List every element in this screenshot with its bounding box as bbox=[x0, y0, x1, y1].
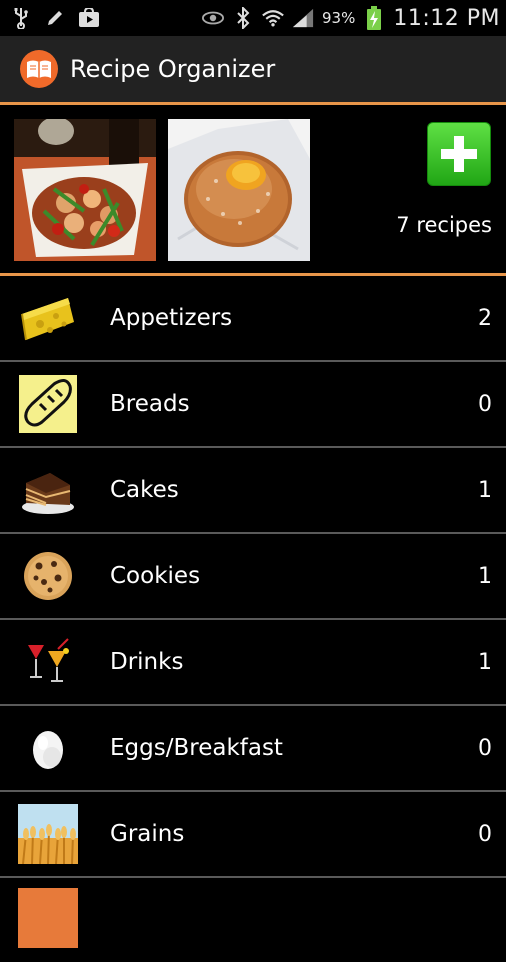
category-count: 2 bbox=[478, 305, 492, 331]
category-label: Drinks bbox=[110, 649, 184, 675]
book-icon[interactable] bbox=[20, 50, 58, 88]
wifi-icon bbox=[262, 7, 284, 29]
category-icon-partial bbox=[18, 888, 78, 948]
category-row-appetizers[interactable]: Appetizers 2 bbox=[0, 276, 506, 362]
category-row-cakes[interactable]: Cakes 1 bbox=[0, 448, 506, 534]
cake-icon bbox=[18, 460, 78, 520]
plus-icon bbox=[441, 136, 477, 172]
clock: 11:12 PM bbox=[393, 5, 500, 31]
category-row-cookies[interactable]: Cookies 1 bbox=[0, 534, 506, 620]
category-label: Appetizers bbox=[110, 305, 233, 331]
category-row-breads[interactable]: Breads 0 bbox=[0, 362, 506, 448]
doughnut-photo[interactable] bbox=[168, 119, 310, 261]
app-title: Recipe Organizer bbox=[70, 55, 276, 83]
category-count: 1 bbox=[478, 477, 492, 503]
category-label: Cakes bbox=[110, 477, 179, 503]
cheese-icon bbox=[18, 288, 78, 348]
eye-icon bbox=[202, 7, 224, 29]
category-label: Eggs/Breakfast bbox=[110, 735, 283, 761]
pencil-icon bbox=[44, 7, 66, 29]
category-count: 1 bbox=[478, 649, 492, 675]
category-count: 1 bbox=[478, 563, 492, 589]
wheat-icon bbox=[18, 804, 78, 864]
category-row-partial[interactable] bbox=[0, 878, 506, 962]
egg-icon bbox=[18, 718, 78, 778]
bread-icon bbox=[18, 374, 78, 434]
category-count: 0 bbox=[478, 735, 492, 761]
category-count: 0 bbox=[478, 821, 492, 847]
cookie-icon bbox=[18, 546, 78, 606]
category-label: Breads bbox=[110, 391, 190, 417]
action-bar: Recipe Organizer bbox=[0, 36, 506, 102]
recipe-count: 7 recipes bbox=[396, 213, 492, 237]
category-label: Grains bbox=[110, 821, 185, 847]
category-label: Cookies bbox=[110, 563, 201, 589]
category-row-drinks[interactable]: Drinks 1 bbox=[0, 620, 506, 706]
category-row-eggs-breakfast[interactable]: Eggs/Breakfast 0 bbox=[0, 706, 506, 792]
category-row-grains[interactable]: Grains 0 bbox=[0, 792, 506, 878]
battery-charging-icon bbox=[363, 6, 385, 30]
add-recipe-button[interactable] bbox=[427, 122, 491, 186]
signal-icon bbox=[292, 7, 314, 29]
header-panel: 7 recipes bbox=[0, 105, 506, 273]
play-store-icon bbox=[78, 7, 100, 29]
drinks-icon bbox=[18, 632, 78, 692]
status-bar: 93% 11:12 PM bbox=[0, 0, 506, 36]
bluetooth-icon bbox=[232, 7, 254, 29]
stir-fry-photo[interactable] bbox=[14, 119, 156, 261]
category-list: Appetizers 2 Breads 0 Cakes 1 Cookies 1 … bbox=[0, 276, 506, 962]
usb-icon bbox=[10, 7, 32, 29]
battery-percent: 93% bbox=[322, 9, 356, 27]
category-count: 0 bbox=[478, 391, 492, 417]
